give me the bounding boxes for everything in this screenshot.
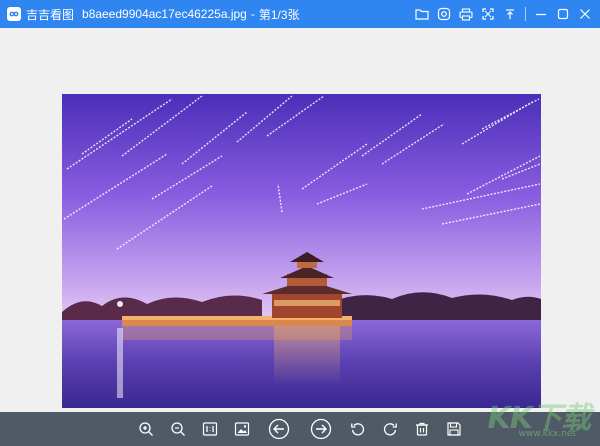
- watermark-url: www.kkx.net: [518, 429, 577, 439]
- page-indicator: 第1/3张: [258, 7, 300, 22]
- folder-icon: [415, 9, 429, 20]
- next-icon: [310, 418, 332, 440]
- minimize-icon: [536, 13, 546, 16]
- title-separator: -: [250, 7, 255, 21]
- title-bar: 吉吉看图 b8aeed9904ac17ec46225a.jpg - 第1/3张: [0, 0, 600, 28]
- next-button[interactable]: [300, 412, 342, 446]
- rotate-left-button[interactable]: [342, 412, 374, 446]
- rotate-left-icon: [351, 423, 365, 436]
- save-button[interactable]: [438, 412, 470, 446]
- delete-button[interactable]: [406, 412, 438, 446]
- fullscreen-icon: [482, 8, 494, 20]
- street-light: [117, 301, 123, 307]
- maximize-icon: [557, 8, 569, 20]
- window-controls: [411, 0, 596, 28]
- fullscreen-button[interactable]: [477, 0, 499, 28]
- close-icon: [580, 9, 590, 19]
- rotate-right-icon: [383, 423, 397, 436]
- open-folder-button[interactable]: [411, 0, 433, 28]
- minimize-button[interactable]: [530, 0, 552, 28]
- file-name: b8aeed9904ac17ec46225a.jpg: [82, 7, 247, 21]
- maximize-button[interactable]: [552, 0, 574, 28]
- rotate-right-button[interactable]: [374, 412, 406, 446]
- app-logo-icon: [7, 7, 21, 21]
- pin-icon: [506, 9, 514, 19]
- actual-size-icon: [202, 422, 218, 436]
- previous-button[interactable]: [258, 412, 300, 446]
- light-reflection: [117, 328, 123, 398]
- save-icon: [447, 422, 461, 436]
- zoom-out-icon: [171, 422, 185, 436]
- pin-button[interactable]: [499, 0, 521, 28]
- image-viewport[interactable]: [0, 28, 600, 412]
- zoom-out-button[interactable]: [162, 412, 194, 446]
- close-button[interactable]: [574, 0, 596, 28]
- print-icon: [459, 7, 473, 21]
- previous-icon: [268, 418, 290, 440]
- fit-image-icon: [234, 422, 250, 436]
- titlebar-divider: [525, 7, 526, 21]
- settings-button[interactable]: [433, 0, 455, 28]
- settings-icon: [437, 7, 451, 21]
- zoom-in-button[interactable]: [130, 412, 162, 446]
- app-name: 吉吉看图: [26, 7, 75, 22]
- print-button[interactable]: [455, 0, 477, 28]
- fit-image-button[interactable]: [226, 412, 258, 446]
- actual-size-button[interactable]: [194, 412, 226, 446]
- wall-reflection: [122, 326, 352, 340]
- site-watermark: KK下载 www.kkx.net: [480, 383, 600, 446]
- zoom-in-icon: [139, 422, 153, 436]
- displayed-photo[interactable]: [62, 94, 541, 408]
- delete-icon: [416, 422, 428, 436]
